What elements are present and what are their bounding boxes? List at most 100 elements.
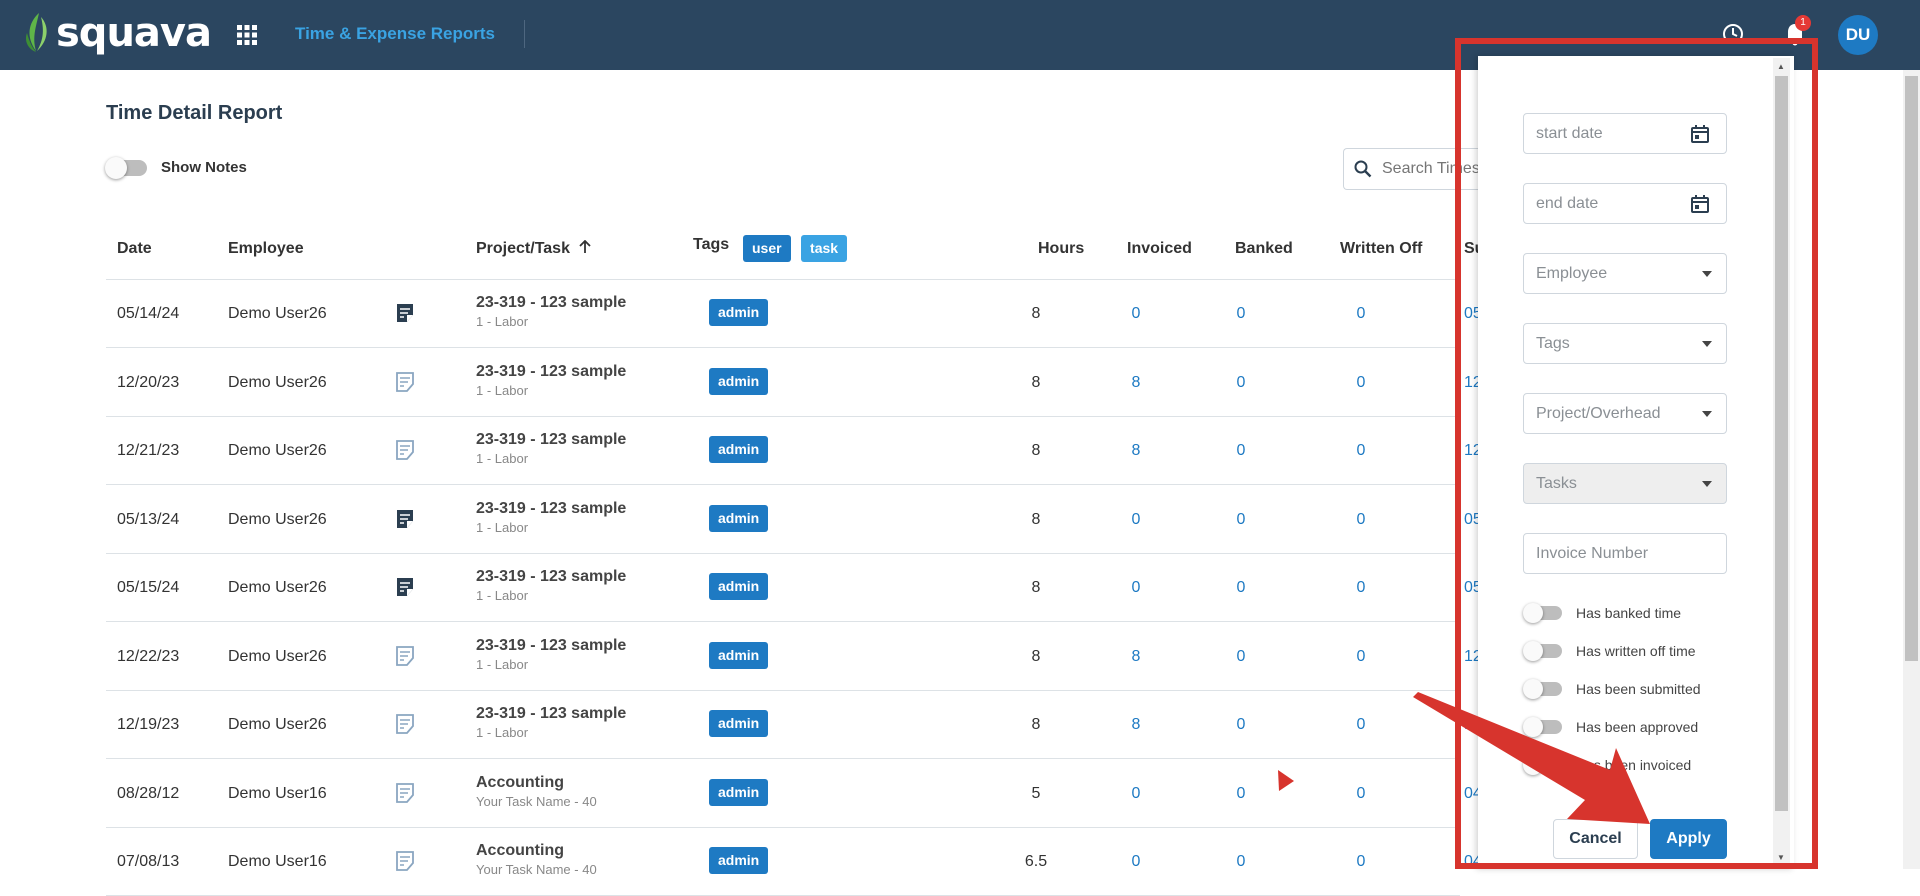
note-filled-icon[interactable] — [394, 576, 416, 598]
row-invoiced-link[interactable]: 0 — [1116, 853, 1156, 871]
row-project: Accounting Your Task Name - 40 — [476, 842, 597, 877]
row-date: 07/08/13 — [117, 853, 180, 870]
table-row[interactable]: 12/22/23 Demo User26 23-319 - 123 sample 1 … — [106, 623, 1482, 691]
note-icon[interactable] — [394, 371, 416, 393]
show-notes-toggle-row[interactable]: Show Notes — [105, 156, 247, 179]
row-date: 05/14/24 — [117, 305, 180, 322]
row-task-name: 1 - Labor — [476, 519, 529, 535]
row-invoiced-link[interactable]: 0 — [1116, 511, 1156, 529]
row-project-name: 23-319 - 123 sample — [476, 362, 627, 380]
row-written-off-link[interactable]: 0 — [1341, 374, 1381, 392]
note-filled-icon[interactable] — [394, 508, 416, 530]
row-written-off-link[interactable]: 0 — [1341, 648, 1381, 666]
row-invoiced-link[interactable]: 0 — [1116, 785, 1156, 803]
show-notes-toggle[interactable] — [105, 156, 147, 179]
row-invoiced-link[interactable]: 8 — [1116, 374, 1156, 392]
row-project-name: 23-319 - 123 sample — [476, 705, 627, 722]
row-project-name: 23-319 - 123 sample — [476, 431, 627, 448]
row-invoiced-link[interactable]: 8 — [1116, 442, 1156, 460]
table-row[interactable]: 07/08/13 Demo User16 Accounting Your Task N… — [106, 828, 1482, 896]
row-tag-badge: admin — [709, 710, 769, 737]
tag-filter-user[interactable]: user — [743, 235, 791, 262]
table-row[interactable]: 05/14/24 Demo User26 23-319 - 123 sample 1 … — [106, 280, 1482, 348]
user-avatar[interactable]: DU — [1838, 15, 1878, 55]
row-employee: Demo User26 — [228, 510, 327, 528]
row-written-off-link[interactable]: 0 — [1341, 305, 1381, 323]
row-tag-badge: admin — [709, 299, 769, 326]
table-row[interactable]: 12/20/23 Demo User26 23-319 - 123 sample 1 … — [106, 349, 1482, 417]
row-written-off-link[interactable]: 0 — [1341, 716, 1381, 734]
table-row[interactable]: 12/21/23 Demo User26 23-319 - 123 sample 1 … — [106, 417, 1482, 485]
row-banked-link[interactable]: 0 — [1221, 442, 1261, 460]
nav-divider — [524, 20, 525, 48]
row-project: 23-319 - 123 sample 1 - Labor — [476, 705, 626, 740]
row-task-name: 1 - Labor — [476, 656, 529, 672]
note-icon[interactable] — [394, 782, 416, 804]
row-project: 23-319 - 123 sample 1 - Labor — [476, 294, 626, 329]
show-notes-label: Show Notes — [161, 159, 247, 176]
row-project: Accounting Your Task Name - 40 — [476, 774, 597, 809]
row-banked-link[interactable]: 0 — [1221, 305, 1261, 323]
row-written-off-link[interactable]: 0 — [1341, 442, 1381, 460]
row-invoiced-link[interactable]: 0 — [1116, 305, 1156, 323]
column-header-banked[interactable]: Banked — [1235, 240, 1293, 258]
sort-ascending-icon — [579, 239, 592, 253]
row-banked-link[interactable]: 0 — [1221, 785, 1261, 803]
row-employee: Demo User26 — [228, 373, 327, 391]
tag-filter-task[interactable]: task — [801, 235, 848, 262]
row-invoiced-link[interactable]: 8 — [1116, 716, 1156, 734]
page-title: Time Detail Report — [106, 102, 283, 124]
row-date: 08/28/12 — [117, 784, 180, 802]
row-banked-link[interactable]: 0 — [1221, 853, 1261, 871]
note-icon[interactable] — [394, 439, 416, 461]
apps-grid-icon[interactable] — [236, 24, 258, 46]
column-header-date[interactable]: Date — [117, 240, 152, 258]
row-project: 23-319 - 123 sample 1 - Labor — [476, 637, 626, 672]
row-invoiced-link[interactable]: 0 — [1116, 579, 1156, 597]
row-task-name: 1 - Labor — [476, 725, 529, 740]
row-project-name: 23-319 - 123 sample — [476, 499, 627, 517]
row-project: 23-319 - 123 sample 1 - Labor — [476, 500, 626, 535]
row-date: 05/13/24 — [117, 510, 180, 528]
column-header-invoiced[interactable]: Invoiced — [1127, 240, 1192, 258]
row-banked-link[interactable]: 0 — [1221, 648, 1261, 666]
column-header-project[interactable]: Project/Task — [476, 239, 592, 258]
column-header-project-label: Project/Task — [476, 240, 570, 257]
note-icon[interactable] — [394, 645, 416, 667]
row-project-name: 23-319 - 123 sample — [476, 636, 627, 654]
row-banked-link[interactable]: 0 — [1221, 374, 1261, 392]
row-project: 23-319 - 123 sample 1 - Labor — [476, 568, 626, 603]
row-task-name: 1 - Labor — [476, 451, 529, 466]
note-icon[interactable] — [394, 713, 416, 735]
brand-logo[interactable]: squava — [22, 10, 212, 56]
row-written-off-link[interactable]: 0 — [1341, 785, 1381, 803]
row-written-off-link[interactable]: 0 — [1341, 511, 1381, 529]
row-project: 23-319 - 123 sample 1 - Labor — [476, 363, 626, 398]
page-scrollbar-thumb[interactable] — [1905, 76, 1918, 661]
row-project-name: Accounting — [476, 842, 564, 859]
row-hours: 6.5 — [1024, 853, 1048, 870]
brand-name: squava — [56, 10, 212, 56]
column-header-written-off[interactable]: Written Off — [1340, 240, 1422, 258]
table-row[interactable]: 08/28/12 Demo User16 Accounting Your Task N… — [106, 760, 1482, 828]
row-date: 12/20/23 — [117, 373, 180, 391]
row-date: 12/22/23 — [117, 647, 180, 665]
row-hours: 8 — [1031, 442, 1041, 459]
row-date: 12/21/23 — [117, 442, 180, 459]
note-filled-icon[interactable] — [394, 302, 416, 324]
row-banked-link[interactable]: 0 — [1221, 579, 1261, 597]
row-written-off-link[interactable]: 0 — [1341, 853, 1381, 871]
row-invoiced-link[interactable]: 8 — [1116, 648, 1156, 666]
row-banked-link[interactable]: 0 — [1221, 716, 1261, 734]
column-header-tags[interactable]: Tags — [693, 236, 729, 254]
table-row[interactable]: 05/15/24 Demo User26 23-319 - 123 sample 1 … — [106, 554, 1482, 622]
column-header-hours[interactable]: Hours — [1038, 240, 1084, 258]
table-row[interactable]: 12/19/23 Demo User26 23-319 - 123 sample 1 … — [106, 691, 1473, 759]
row-banked-link[interactable]: 0 — [1221, 511, 1261, 529]
column-header-employee[interactable]: Employee — [228, 240, 304, 258]
table-row[interactable]: 05/13/24 Demo User26 23-319 - 123 sample 1 … — [106, 486, 1482, 554]
row-written-off-link[interactable]: 0 — [1341, 579, 1381, 597]
row-task-name: 1 - Labor — [476, 382, 529, 398]
row-tag-badge: admin — [709, 504, 769, 532]
nav-title-link[interactable]: Time & Expense Reports — [295, 24, 495, 44]
